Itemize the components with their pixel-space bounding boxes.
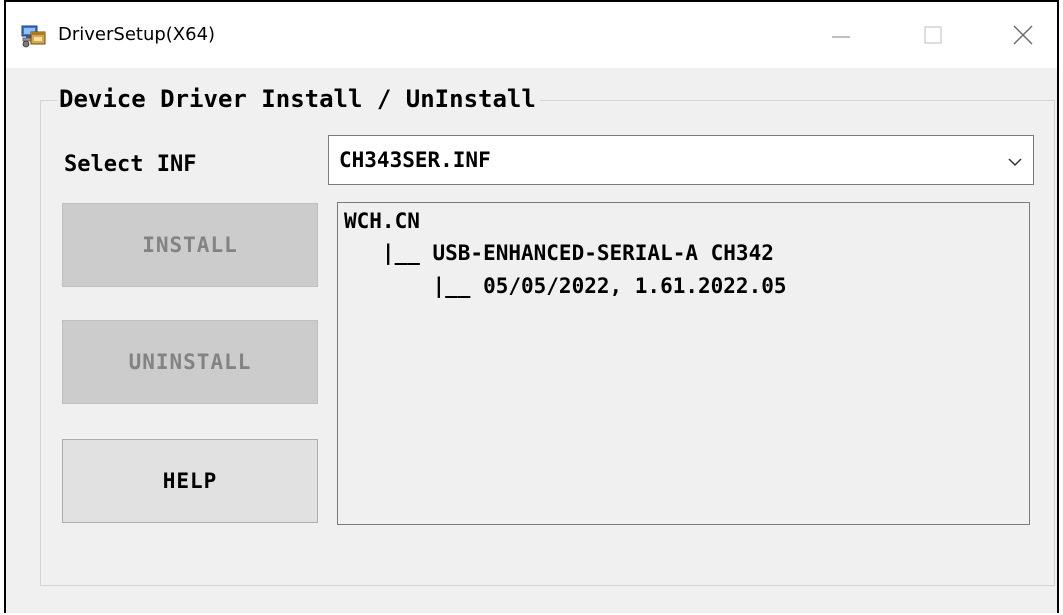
close-button[interactable]: [988, 2, 1058, 68]
driver-info-box: WCH.CN |__ USB-ENHANCED-SERIAL-A CH342 |…: [337, 202, 1030, 525]
select-inf-label: Select INF: [64, 152, 197, 177]
minimize-button[interactable]: [806, 2, 876, 68]
help-button[interactable]: HELP: [62, 439, 318, 523]
maximize-icon: [924, 26, 942, 44]
uninstall-button[interactable]: UNINSTALL: [62, 320, 318, 404]
install-button[interactable]: INSTALL: [62, 203, 318, 287]
installer-computer-icon: [20, 22, 48, 48]
info-line-vendor: WCH.CN: [344, 209, 420, 233]
close-icon: [1013, 25, 1033, 45]
inf-select-dropdown[interactable]: CH343SER.INF: [328, 135, 1034, 185]
info-line-version: |__ 05/05/2022, 1.61.2022.05: [344, 274, 787, 298]
info-line-device: |__ USB-ENHANCED-SERIAL-A CH342: [344, 241, 774, 265]
group-legend: Device Driver Install / UnInstall: [57, 84, 540, 114]
chevron-down-icon[interactable]: [1005, 152, 1025, 172]
minimize-icon: [832, 36, 850, 38]
driver-setup-window: DriverSetup(X64) Device Driver Install /…: [4, 0, 1059, 613]
inf-selected-value: CH343SER.INF: [339, 148, 491, 172]
window-title: DriverSetup(X64): [58, 24, 216, 45]
title-bar[interactable]: DriverSetup(X64): [6, 2, 1057, 68]
maximize-button[interactable]: [898, 2, 968, 68]
client-area: Device Driver Install / UnInstall Select…: [6, 68, 1057, 615]
